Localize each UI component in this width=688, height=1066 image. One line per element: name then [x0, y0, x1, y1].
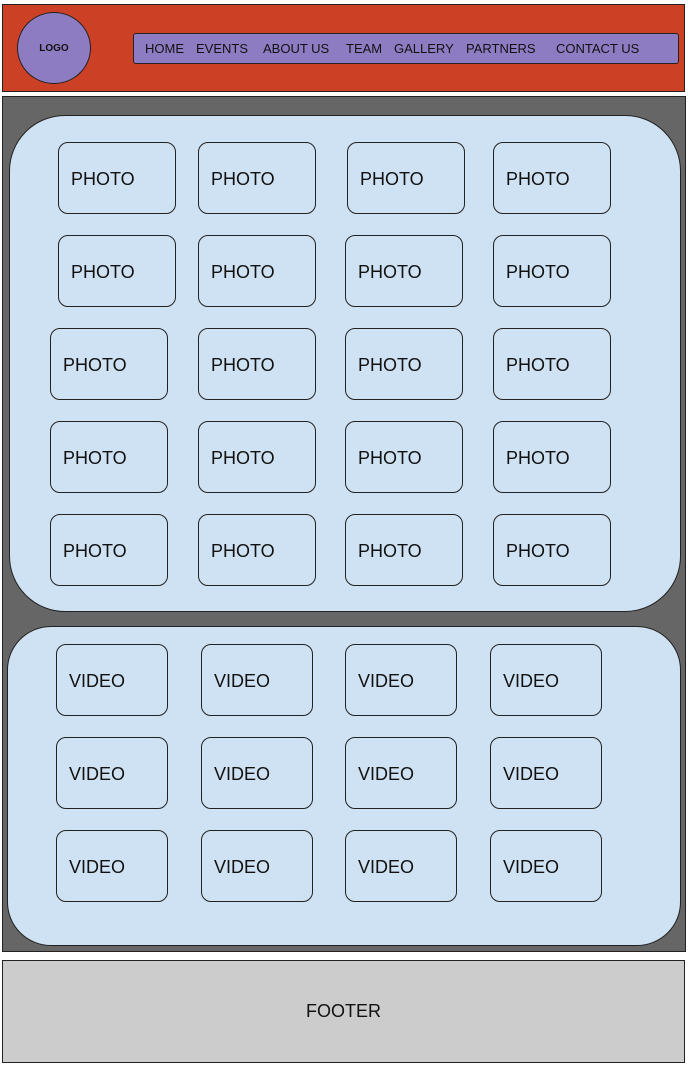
photo-label: PHOTO [211, 262, 275, 282]
photo-tile[interactable]: PHOTO [198, 514, 316, 586]
video-label: VIDEO [214, 857, 271, 877]
photo-label: PHOTO [211, 448, 275, 468]
header: LOGO HOME EVENTS ABOUT US TEAM GALLERY P… [2, 4, 685, 92]
nav-home[interactable]: HOME [145, 34, 184, 63]
video-label: VIDEO [503, 671, 560, 691]
photo-label: PHOTO [71, 262, 135, 282]
photo-tile[interactable]: PHOTO [50, 421, 168, 493]
video-tile[interactable]: VIDEO [201, 830, 313, 902]
photo-label: PHOTO [360, 169, 424, 189]
video-label: VIDEO [69, 764, 126, 784]
video-tile[interactable]: VIDEO [345, 830, 457, 902]
video-tile[interactable]: VIDEO [345, 644, 457, 716]
video-label: VIDEO [214, 671, 271, 691]
photo-tile[interactable]: PHOTO [345, 421, 463, 493]
video-label: VIDEO [358, 764, 415, 784]
video-label: VIDEO [503, 857, 560, 877]
photo-tile[interactable]: PHOTO [493, 514, 611, 586]
photo-tile[interactable]: PHOTO [50, 514, 168, 586]
nav-team[interactable]: TEAM [346, 34, 382, 63]
photo-label: PHOTO [63, 448, 127, 468]
photo-tile[interactable]: PHOTO [198, 142, 316, 214]
video-gallery-panel: VIDEO VIDEO VIDEO VIDEO VIDEO VIDEO VIDE… [7, 626, 681, 946]
photo-label: PHOTO [506, 541, 570, 561]
photo-label: PHOTO [211, 355, 275, 375]
photo-tile[interactable]: PHOTO [198, 421, 316, 493]
photo-label: PHOTO [506, 448, 570, 468]
nav-gallery[interactable]: GALLERY [394, 34, 454, 63]
nav-bar: HOME EVENTS ABOUT US TEAM GALLERY PARTNE… [133, 33, 679, 64]
photo-label: PHOTO [506, 355, 570, 375]
video-tile[interactable]: VIDEO [490, 644, 602, 716]
photo-tile[interactable]: PHOTO [347, 142, 465, 214]
video-tile[interactable]: VIDEO [56, 644, 168, 716]
video-label: VIDEO [358, 671, 415, 691]
nav-contact-us[interactable]: CONTACT US [556, 34, 639, 63]
footer: FOOTER [2, 960, 685, 1063]
photo-label: PHOTO [358, 541, 422, 561]
logo[interactable]: LOGO [17, 12, 91, 84]
video-label: VIDEO [503, 764, 560, 784]
photo-label: PHOTO [506, 169, 570, 189]
photo-tile[interactable]: PHOTO [493, 328, 611, 400]
photo-label: PHOTO [71, 169, 135, 189]
photo-gallery-panel: PHOTO PHOTO PHOTO PHOTO PHOTO PHOTO PHOT… [9, 115, 681, 612]
photo-label: PHOTO [358, 355, 422, 375]
photo-label: PHOTO [211, 169, 275, 189]
photo-tile[interactable]: PHOTO [50, 328, 168, 400]
video-tile[interactable]: VIDEO [490, 737, 602, 809]
photo-label: PHOTO [506, 262, 570, 282]
footer-label: FOOTER [306, 1001, 381, 1021]
video-tile[interactable]: VIDEO [56, 737, 168, 809]
photo-tile[interactable]: PHOTO [345, 328, 463, 400]
photo-label: PHOTO [358, 448, 422, 468]
video-label: VIDEO [69, 671, 126, 691]
photo-tile[interactable]: PHOTO [345, 235, 463, 307]
main-content: PHOTO PHOTO PHOTO PHOTO PHOTO PHOTO PHOT… [2, 96, 686, 952]
video-label: VIDEO [358, 857, 415, 877]
video-tile[interactable]: VIDEO [201, 644, 313, 716]
photo-tile[interactable]: PHOTO [198, 328, 316, 400]
photo-tile[interactable]: PHOTO [493, 235, 611, 307]
photo-tile[interactable]: PHOTO [58, 235, 176, 307]
photo-label: PHOTO [211, 541, 275, 561]
video-tile[interactable]: VIDEO [56, 830, 168, 902]
video-tile[interactable]: VIDEO [345, 737, 457, 809]
video-tile[interactable]: VIDEO [201, 737, 313, 809]
photo-label: PHOTO [358, 262, 422, 282]
video-label: VIDEO [214, 764, 271, 784]
photo-label: PHOTO [63, 355, 127, 375]
nav-about-us[interactable]: ABOUT US [263, 34, 329, 63]
photo-tile[interactable]: PHOTO [345, 514, 463, 586]
photo-label: PHOTO [63, 541, 127, 561]
photo-tile[interactable]: PHOTO [198, 235, 316, 307]
nav-events[interactable]: EVENTS [196, 34, 248, 63]
photo-tile[interactable]: PHOTO [493, 421, 611, 493]
video-label: VIDEO [69, 857, 126, 877]
video-tile[interactable]: VIDEO [490, 830, 602, 902]
nav-partners[interactable]: PARTNERS [466, 34, 536, 63]
photo-tile[interactable]: PHOTO [493, 142, 611, 214]
photo-tile[interactable]: PHOTO [58, 142, 176, 214]
